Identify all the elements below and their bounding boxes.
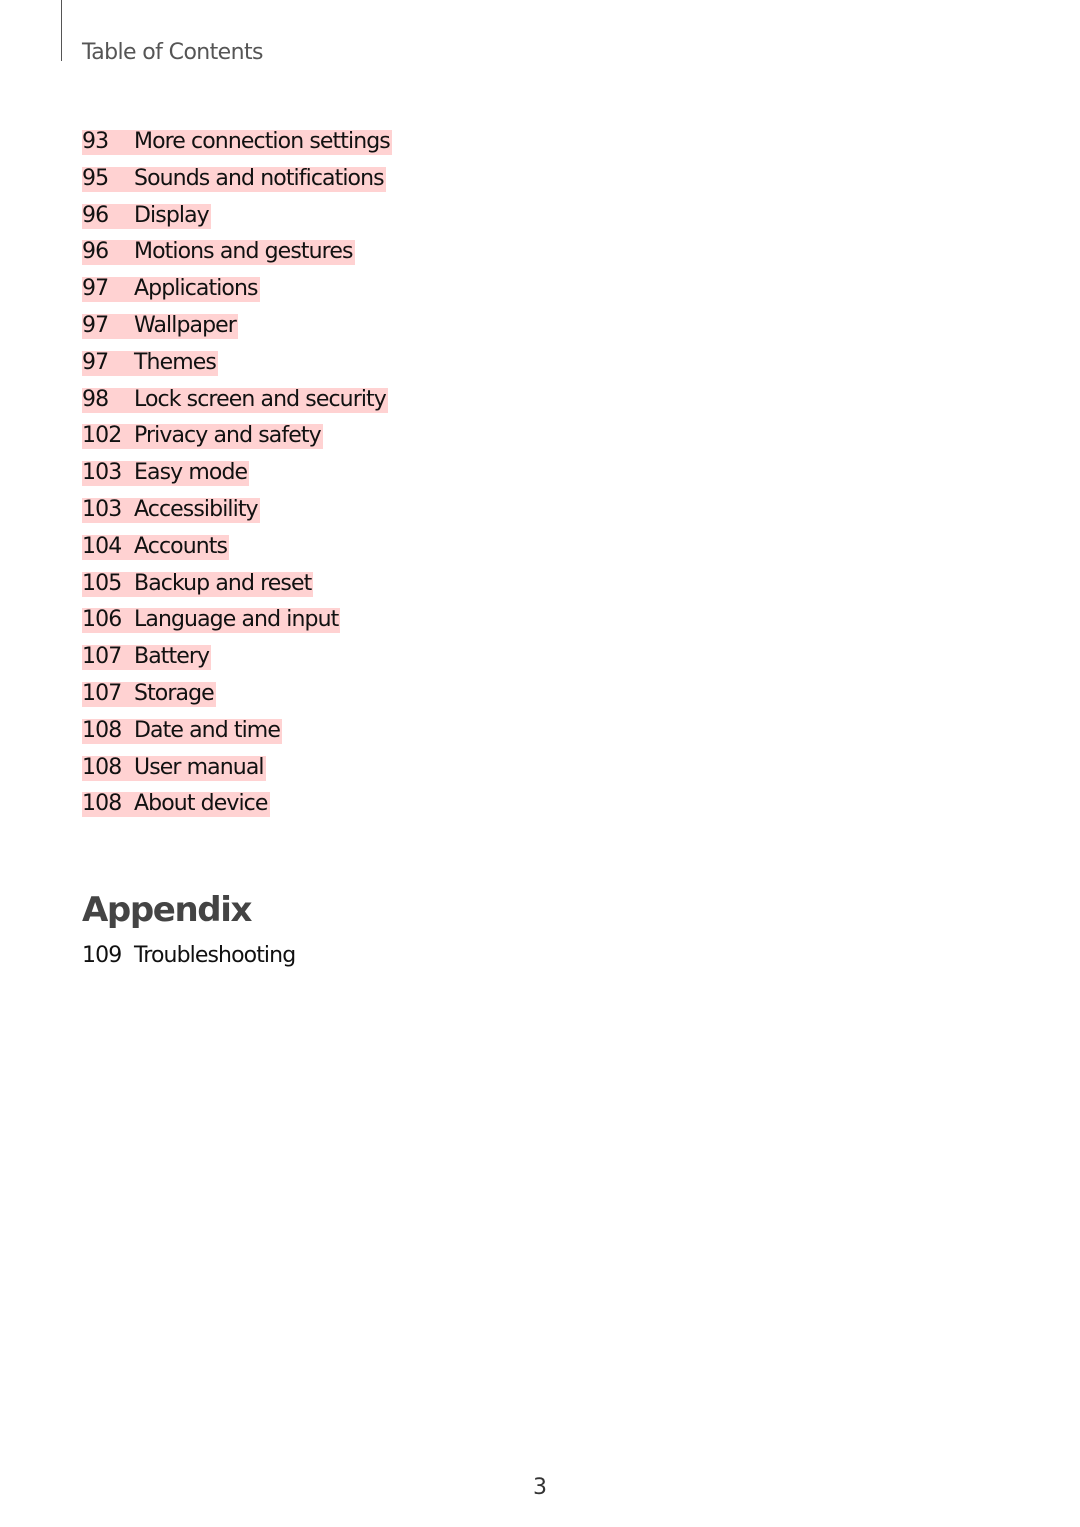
toc-title: Date and time [134, 717, 281, 743]
toc-item[interactable]: 102 Privacy and safety [82, 424, 392, 461]
appendix-page-number: 109 [82, 943, 122, 968]
toc-link[interactable]: 97 Wallpaper [82, 312, 238, 339]
toc-page-number: 102 [82, 423, 122, 449]
toc-item[interactable]: 105 Backup and reset [82, 570, 392, 609]
toc-item[interactable]: 97 Wallpaper [82, 312, 392, 351]
toc-page-number: 104 [82, 533, 122, 559]
toc-page-number: 97 [82, 312, 109, 338]
appendix-item[interactable]: 109 Troubleshooting [82, 943, 296, 969]
toc-page-number: 108 [82, 717, 122, 743]
toc-page-number: 97 [82, 276, 109, 302]
toc-page-number: 96 [82, 202, 109, 228]
toc-title: Motions and gestures [134, 239, 353, 265]
toc-link[interactable]: 93 More connection settings [82, 130, 392, 155]
toc-page-number: 98 [82, 386, 109, 412]
toc-title: Language and input [134, 607, 339, 633]
toc-link[interactable]: 103 Easy mode [82, 460, 250, 487]
corner-rule [61, 0, 62, 61]
toc-item[interactable]: 108 About device [82, 792, 392, 829]
toc-page-number: 103 [82, 496, 122, 522]
toc-link[interactable]: 107 Battery [82, 644, 212, 671]
toc-title: More connection settings [134, 129, 391, 154]
toc-page-number: 96 [82, 239, 109, 265]
toc-item[interactable]: 93 More connection settings [82, 130, 392, 167]
toc-link[interactable]: 108 Date and time [82, 717, 282, 744]
toc-link[interactable]: 95 Sounds and notifications [82, 165, 386, 192]
toc-page-number: 107 [82, 680, 122, 706]
toc-title: Themes [134, 349, 217, 375]
toc-page-number: 95 [82, 165, 109, 191]
toc-link[interactable]: 106 Language and input [82, 607, 341, 634]
toc-page-number: 106 [82, 607, 122, 633]
toc-link[interactable]: 104 Accounts [82, 533, 230, 560]
toc-item[interactable]: 103 Accessibility [82, 496, 392, 535]
toc-title: User manual [134, 754, 265, 780]
toc-page-number: 105 [82, 570, 122, 596]
section-header: Table of Contents [82, 40, 263, 65]
toc-title: Applications [134, 276, 258, 302]
toc-item[interactable]: 97 Applications [82, 277, 392, 314]
toc-item[interactable]: 104 Accounts [82, 533, 392, 572]
toc-link[interactable]: 108 About device [82, 791, 270, 818]
toc-item[interactable]: 97 Themes [82, 349, 392, 388]
toc-page-number: 93 [82, 129, 109, 154]
page-number: 3 [533, 1475, 547, 1500]
toc-title: Backup and reset [134, 570, 312, 596]
toc-link[interactable]: 105 Backup and reset [82, 570, 314, 597]
toc-list: 93 More connection settings 95 Sounds and … [82, 130, 392, 829]
toc-page-number: 103 [82, 460, 122, 486]
toc-link[interactable]: 102 Privacy and safety [82, 423, 323, 450]
toc-page-number: 108 [82, 754, 122, 780]
toc-link[interactable]: 97 Applications [82, 276, 260, 303]
toc-item[interactable]: 96 Motions and gestures [82, 240, 392, 277]
toc-title: Accounts [134, 533, 228, 559]
toc-title: Wallpaper [134, 312, 237, 338]
toc-title: About device [134, 791, 268, 817]
toc-item[interactable]: 95 Sounds and notifications [82, 165, 392, 204]
toc-item[interactable]: 106 Language and input [82, 608, 392, 645]
toc-item[interactable]: 107 Battery [82, 645, 392, 682]
toc-link[interactable]: 103 Accessibility [82, 496, 260, 523]
toc-title: Privacy and safety [134, 423, 322, 449]
toc-link[interactable]: 96 Display [82, 202, 211, 229]
toc-title: Sounds and notifications [134, 165, 385, 191]
toc-title: Lock screen and security [134, 386, 387, 412]
toc-link[interactable]: 98 Lock screen and security [82, 386, 388, 413]
toc-title: Easy mode [134, 460, 248, 486]
toc-link[interactable]: 96 Motions and gestures [82, 239, 355, 266]
toc-title: Accessibility [134, 496, 259, 522]
appendix-item-title: Troubleshooting [134, 943, 296, 968]
toc-link[interactable]: 97 Themes [82, 349, 218, 376]
toc-page-number: 107 [82, 644, 122, 670]
toc-title: Display [134, 202, 210, 228]
toc-link[interactable]: 107 Storage [82, 680, 216, 707]
appendix-list: 109 Troubleshooting [82, 943, 296, 969]
toc-item[interactable]: 98 Lock screen and security [82, 386, 392, 425]
toc-item[interactable]: 108 Date and time [82, 717, 392, 756]
toc-title: Battery [134, 644, 210, 670]
toc-item[interactable]: 103 Easy mode [82, 461, 392, 498]
toc-item[interactable]: 96 Display [82, 202, 392, 241]
toc-page-number: 108 [82, 791, 122, 817]
toc-page-number: 97 [82, 349, 109, 375]
toc-item[interactable]: 107 Storage [82, 680, 392, 719]
toc-item[interactable]: 108 User manual [82, 754, 392, 793]
toc-link[interactable]: 108 User manual [82, 754, 266, 781]
appendix-heading: Appendix [82, 890, 252, 930]
toc-title: Storage [134, 680, 215, 706]
